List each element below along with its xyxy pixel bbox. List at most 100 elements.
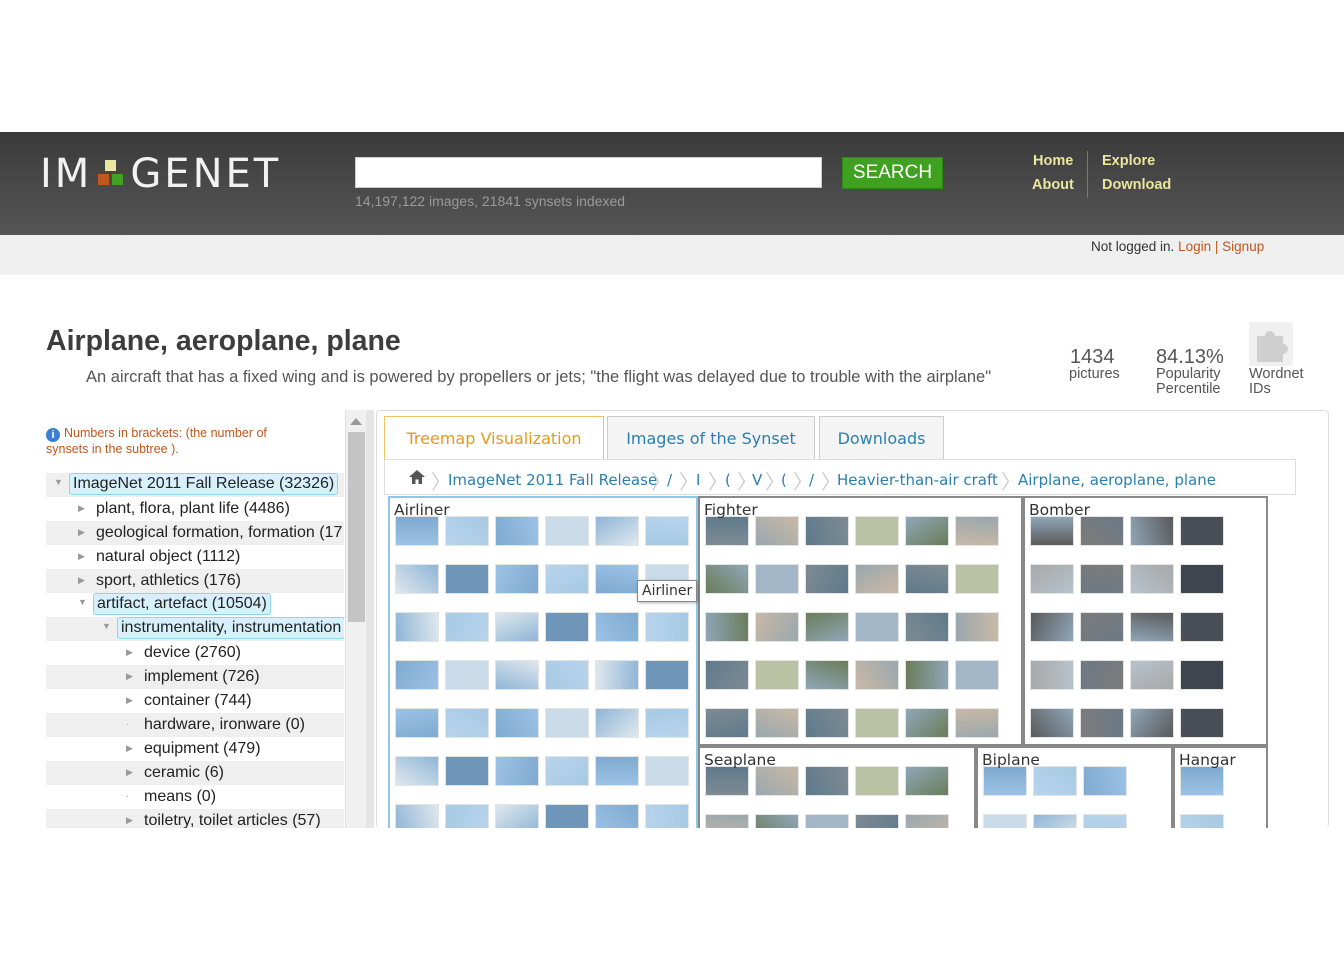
thumbnail-image[interactable] [1080,708,1124,738]
tree-item-label[interactable]: toiletry, toilet articles (57) [141,811,324,828]
tree-item[interactable]: ▼ ImageNet 2011 Fall Release (32326) [46,473,344,497]
thumbnail-image[interactable] [1130,708,1174,738]
thumbnail-image[interactable] [905,708,949,738]
thumbnail-image[interactable] [905,814,949,828]
thumbnail-image[interactable] [495,660,539,690]
thumbnail-image[interactable] [1180,612,1224,642]
thumbnail-image[interactable] [755,612,799,642]
tree-item-label[interactable]: instrumentality, instrumentation [117,617,344,639]
expand-toggle-icon[interactable]: ▶ [126,695,133,706]
thumbnail-image[interactable] [445,804,489,828]
scroll-up-arrow-icon[interactable] [350,418,362,425]
thumbnail-image[interactable] [545,756,589,786]
puzzle-icon[interactable] [1249,322,1293,366]
thumbnail-image[interactable] [1083,766,1127,796]
treemap-cell-fighter[interactable]: Fighter [698,496,1023,746]
tree-item[interactable]: ▶ toiletry, toilet articles (57) [46,809,344,828]
search-input[interactable] [355,157,822,188]
thumbnail-image[interactable] [755,766,799,796]
expand-toggle-icon[interactable]: ▶ [126,647,133,658]
thumbnail-image[interactable] [495,804,539,828]
thumbnail-image[interactable] [705,708,749,738]
expand-toggle-icon[interactable]: ▶ [78,527,85,538]
thumbnail-image[interactable] [1130,564,1174,594]
thumbnail-image[interactable] [1080,564,1124,594]
crumb-item[interactable]: / [667,471,672,489]
thumbnail-image[interactable] [1180,516,1224,546]
thumbnail-image[interactable] [1180,766,1224,796]
thumbnail-image[interactable] [755,564,799,594]
thumbnail-image[interactable] [595,804,639,828]
thumbnail-image[interactable] [595,516,639,546]
tree-item[interactable]: ▶ ceramic (6) [46,761,344,785]
tree-item[interactable]: ▶ container (744) [46,689,344,713]
tree-item-label[interactable]: equipment (479) [141,739,264,759]
thumbnail-image[interactable] [1030,516,1074,546]
tree-item-label[interactable]: plant, flora, plant life (4486) [93,499,293,519]
thumbnail-image[interactable] [1033,814,1077,828]
thumbnail-image[interactable] [1130,660,1174,690]
thumbnail-image[interactable] [705,612,749,642]
tree-item[interactable]: ▶ natural object (1112) [46,545,344,569]
tree-item-label[interactable]: hardware, ironware (0) [141,715,308,735]
thumbnail-image[interactable] [1130,516,1174,546]
thumbnail-image[interactable] [645,756,689,786]
thumbnail-image[interactable] [805,766,849,796]
crumb-item[interactable]: / [809,471,814,489]
tree-item-label[interactable]: ceramic (6) [141,763,227,783]
tree-item-label[interactable]: ImageNet 2011 Fall Release (32326) [69,473,339,495]
tree-scroll-thumb[interactable] [348,432,365,622]
tree-item[interactable]: ▼ instrumentality, instrumentation [46,617,344,641]
thumbnail-image[interactable] [495,564,539,594]
thumbnail-image[interactable] [755,708,799,738]
tree-item[interactable]: ▶ sport, athletics (176) [46,569,344,593]
home-icon[interactable] [409,470,425,484]
thumbnail-image[interactable] [705,766,749,796]
thumbnail-image[interactable] [595,756,639,786]
thumbnail-image[interactable] [755,516,799,546]
expand-toggle-icon[interactable]: ▶ [126,743,133,754]
thumbnail-image[interactable] [805,612,849,642]
nav-download-link[interactable]: Download [1102,177,1171,193]
crumb-item[interactable]: ( [781,471,787,489]
login-link[interactable]: Login [1178,239,1211,254]
thumbnail-image[interactable] [955,564,999,594]
thumbnail-image[interactable] [395,804,439,828]
thumbnail-image[interactable] [1080,660,1124,690]
treemap-cell-biplane[interactable]: Biplane [976,746,1173,828]
thumbnail-image[interactable] [495,612,539,642]
thumbnail-image[interactable] [645,612,689,642]
thumbnail-image[interactable] [1030,612,1074,642]
thumbnail-image[interactable] [805,564,849,594]
collapse-toggle-icon[interactable]: ▼ [78,597,87,607]
thumbnail-image[interactable] [395,612,439,642]
thumbnail-image[interactable] [905,612,949,642]
thumbnail-image[interactable] [1083,814,1127,828]
crumb-item[interactable]: ImageNet 2011 Fall Release [448,471,657,489]
thumbnail-image[interactable] [805,516,849,546]
thumbnail-image[interactable] [545,708,589,738]
thumbnail-image[interactable] [395,660,439,690]
treemap-cell-bomber[interactable]: Bomber [1023,496,1268,746]
nav-about-link[interactable]: About [1032,177,1074,193]
thumbnail-image[interactable] [545,612,589,642]
thumbnail-image[interactable] [645,708,689,738]
thumbnail-image[interactable] [955,516,999,546]
thumbnail-image[interactable] [395,756,439,786]
treemap-cell-hangar[interactable]: Hangar [1173,746,1268,828]
thumbnail-image[interactable] [1180,708,1224,738]
thumbnail-image[interactable] [805,708,849,738]
thumbnail-image[interactable] [705,564,749,594]
expand-toggle-icon[interactable]: ▶ [126,767,133,778]
thumbnail-image[interactable] [595,612,639,642]
thumbnail-image[interactable] [855,660,899,690]
thumbnail-image[interactable] [495,708,539,738]
thumbnail-image[interactable] [705,516,749,546]
nav-explore-link[interactable]: Explore [1102,153,1155,169]
expand-toggle-icon[interactable]: ▶ [78,575,85,586]
crumb-item-current[interactable]: Airplane, aeroplane, plane [1018,471,1216,489]
thumbnail-image[interactable] [1033,766,1077,796]
treemap-cell-seaplane[interactable]: Seaplane [698,746,976,828]
thumbnail-image[interactable] [495,516,539,546]
thumbnail-image[interactable] [545,804,589,828]
